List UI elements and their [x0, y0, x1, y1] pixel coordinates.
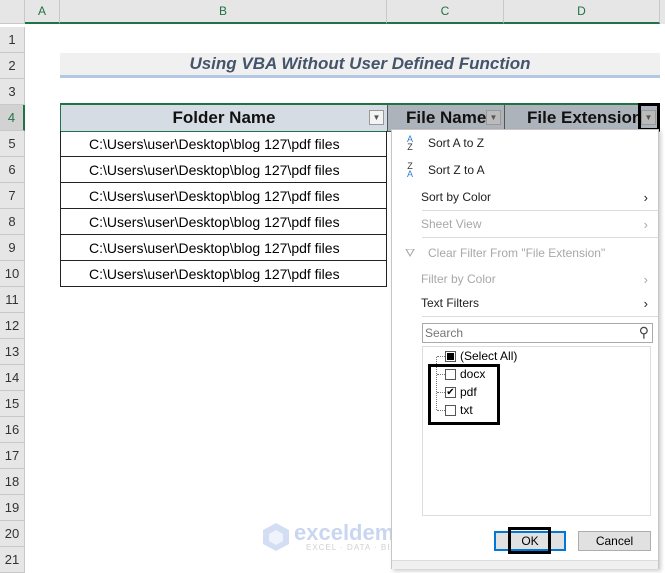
select-all-corner[interactable] — [0, 0, 25, 24]
menu-label: Sort Z to A — [428, 163, 485, 177]
clear-filter-icon: ⛛ — [404, 245, 416, 260]
menu-sort-a-to-z[interactable]: AZ Sort A to Z — [392, 131, 658, 155]
sort-descending-icon: ZA — [406, 161, 413, 179]
menu-label: Sort A to Z — [428, 136, 485, 150]
table-cell-folder[interactable]: C:\Users\user\Desktop\blog 127\pdf files — [60, 261, 387, 287]
header-file-name: File Name ▼ — [387, 105, 504, 131]
highlight-box-ok — [508, 527, 551, 554]
filter-dropdown-button[interactable]: ▼ — [369, 110, 384, 125]
row-header-20[interactable]: 20 — [0, 521, 25, 547]
column-header-d[interactable]: D — [504, 0, 660, 24]
highlight-box-dropdown — [638, 103, 660, 131]
chevron-right-icon: › — [643, 189, 648, 205]
row-header-7[interactable]: 7 — [0, 183, 25, 209]
menu-label: Text Filters — [421, 296, 480, 310]
column-header-a[interactable]: A — [25, 0, 60, 24]
menu-sort-z-to-a[interactable]: ZA Sort Z to A — [392, 158, 658, 182]
row-header-12[interactable]: 12 — [0, 313, 25, 339]
cancel-button[interactable]: Cancel — [578, 531, 651, 551]
menu-label: Clear Filter From "File Extension" — [428, 246, 606, 260]
exceldemy-watermark: exceldemy EXCEL · DATA · BI — [262, 520, 407, 554]
column-header-e — [660, 0, 665, 24]
row-header-10[interactable]: 10 — [0, 261, 25, 287]
search-icon: ⚲ — [638, 324, 649, 340]
watermark-tagline: EXCEL · DATA · BI — [306, 543, 391, 552]
header-label: File Extension — [527, 108, 643, 127]
menu-sort-by-color[interactable]: Sort by Color › — [392, 185, 658, 209]
menu-divider — [422, 210, 658, 211]
row-header-2[interactable]: 2 — [0, 53, 25, 79]
search-box[interactable]: ⚲ — [422, 323, 653, 343]
header-label: Folder Name — [172, 108, 276, 127]
row-header-8[interactable]: 8 — [0, 209, 25, 235]
menu-label: Sort by Color — [421, 190, 492, 204]
chevron-right-icon: › — [643, 216, 648, 232]
menu-divider — [422, 316, 658, 317]
table-cell-folder[interactable]: C:\Users\user\Desktop\blog 127\pdf files — [60, 131, 387, 157]
row-header-19[interactable]: 19 — [0, 495, 25, 521]
checkbox[interactable] — [445, 350, 456, 362]
exceldemy-logo-icon — [263, 523, 289, 551]
row-header-3[interactable]: 3 — [0, 79, 25, 105]
row-header-14[interactable]: 14 — [0, 365, 25, 391]
row-header-17[interactable]: 17 — [0, 443, 25, 469]
menu-clear-filter: ⛛ Clear Filter From "File Extension" — [392, 241, 658, 265]
row-header-15[interactable]: 15 — [0, 391, 25, 417]
menu-sheet-view: Sheet View › — [392, 212, 658, 236]
row-header-9[interactable]: 9 — [0, 235, 25, 261]
filter-menu: AZ Sort A to Z ZA Sort Z to A Sort by Co… — [391, 129, 659, 569]
table-cell-folder[interactable]: C:\Users\user\Desktop\blog 127\pdf files — [60, 235, 387, 261]
row-header-6[interactable]: 6 — [0, 157, 25, 183]
row-header-13[interactable]: 13 — [0, 339, 25, 365]
menu-label: Filter by Color — [421, 272, 496, 286]
menu-divider — [422, 237, 658, 238]
header-file-extension: File Extension ▼ — [504, 105, 659, 131]
search-input[interactable] — [423, 324, 623, 342]
menu-text-filters[interactable]: Text Filters › — [392, 291, 658, 315]
filter-item-label: (Select All) — [460, 349, 518, 363]
table-cell-folder[interactable]: C:\Users\user\Desktop\blog 127\pdf files — [60, 183, 387, 209]
row-header-11[interactable]: 11 — [0, 287, 25, 313]
row-header-4[interactable]: 4 — [0, 105, 25, 131]
table-cell-folder[interactable]: C:\Users\user\Desktop\blog 127\pdf files — [60, 209, 387, 235]
chevron-right-icon: › — [643, 271, 648, 287]
column-header-b[interactable]: B — [60, 0, 387, 24]
row-header-1[interactable]: 1 — [0, 27, 25, 53]
row-header-5[interactable]: 5 — [0, 131, 25, 157]
filter-item-selectall[interactable]: (Select All) — [445, 347, 517, 365]
header-folder-name: Folder Name ▼ — [61, 105, 387, 131]
header-label: File Name — [406, 108, 487, 127]
sort-ascending-icon: AZ — [406, 134, 413, 152]
table-cell-folder[interactable]: C:\Users\user\Desktop\blog 127\pdf files — [60, 157, 387, 183]
resize-grip[interactable] — [392, 560, 658, 569]
row-header-18[interactable]: 18 — [0, 469, 25, 495]
menu-filter-by-color: Filter by Color › — [392, 267, 658, 291]
highlight-box-items — [428, 364, 500, 425]
sheet-title: Using VBA Without User Defined Function — [60, 53, 660, 78]
filter-dropdown-button[interactable]: ▼ — [486, 110, 501, 125]
row-header-21[interactable]: 21 — [0, 547, 25, 573]
menu-label: Sheet View — [421, 217, 482, 231]
chevron-right-icon: › — [643, 295, 648, 311]
column-header-c[interactable]: C — [387, 0, 504, 24]
row-header-16[interactable]: 16 — [0, 417, 25, 443]
